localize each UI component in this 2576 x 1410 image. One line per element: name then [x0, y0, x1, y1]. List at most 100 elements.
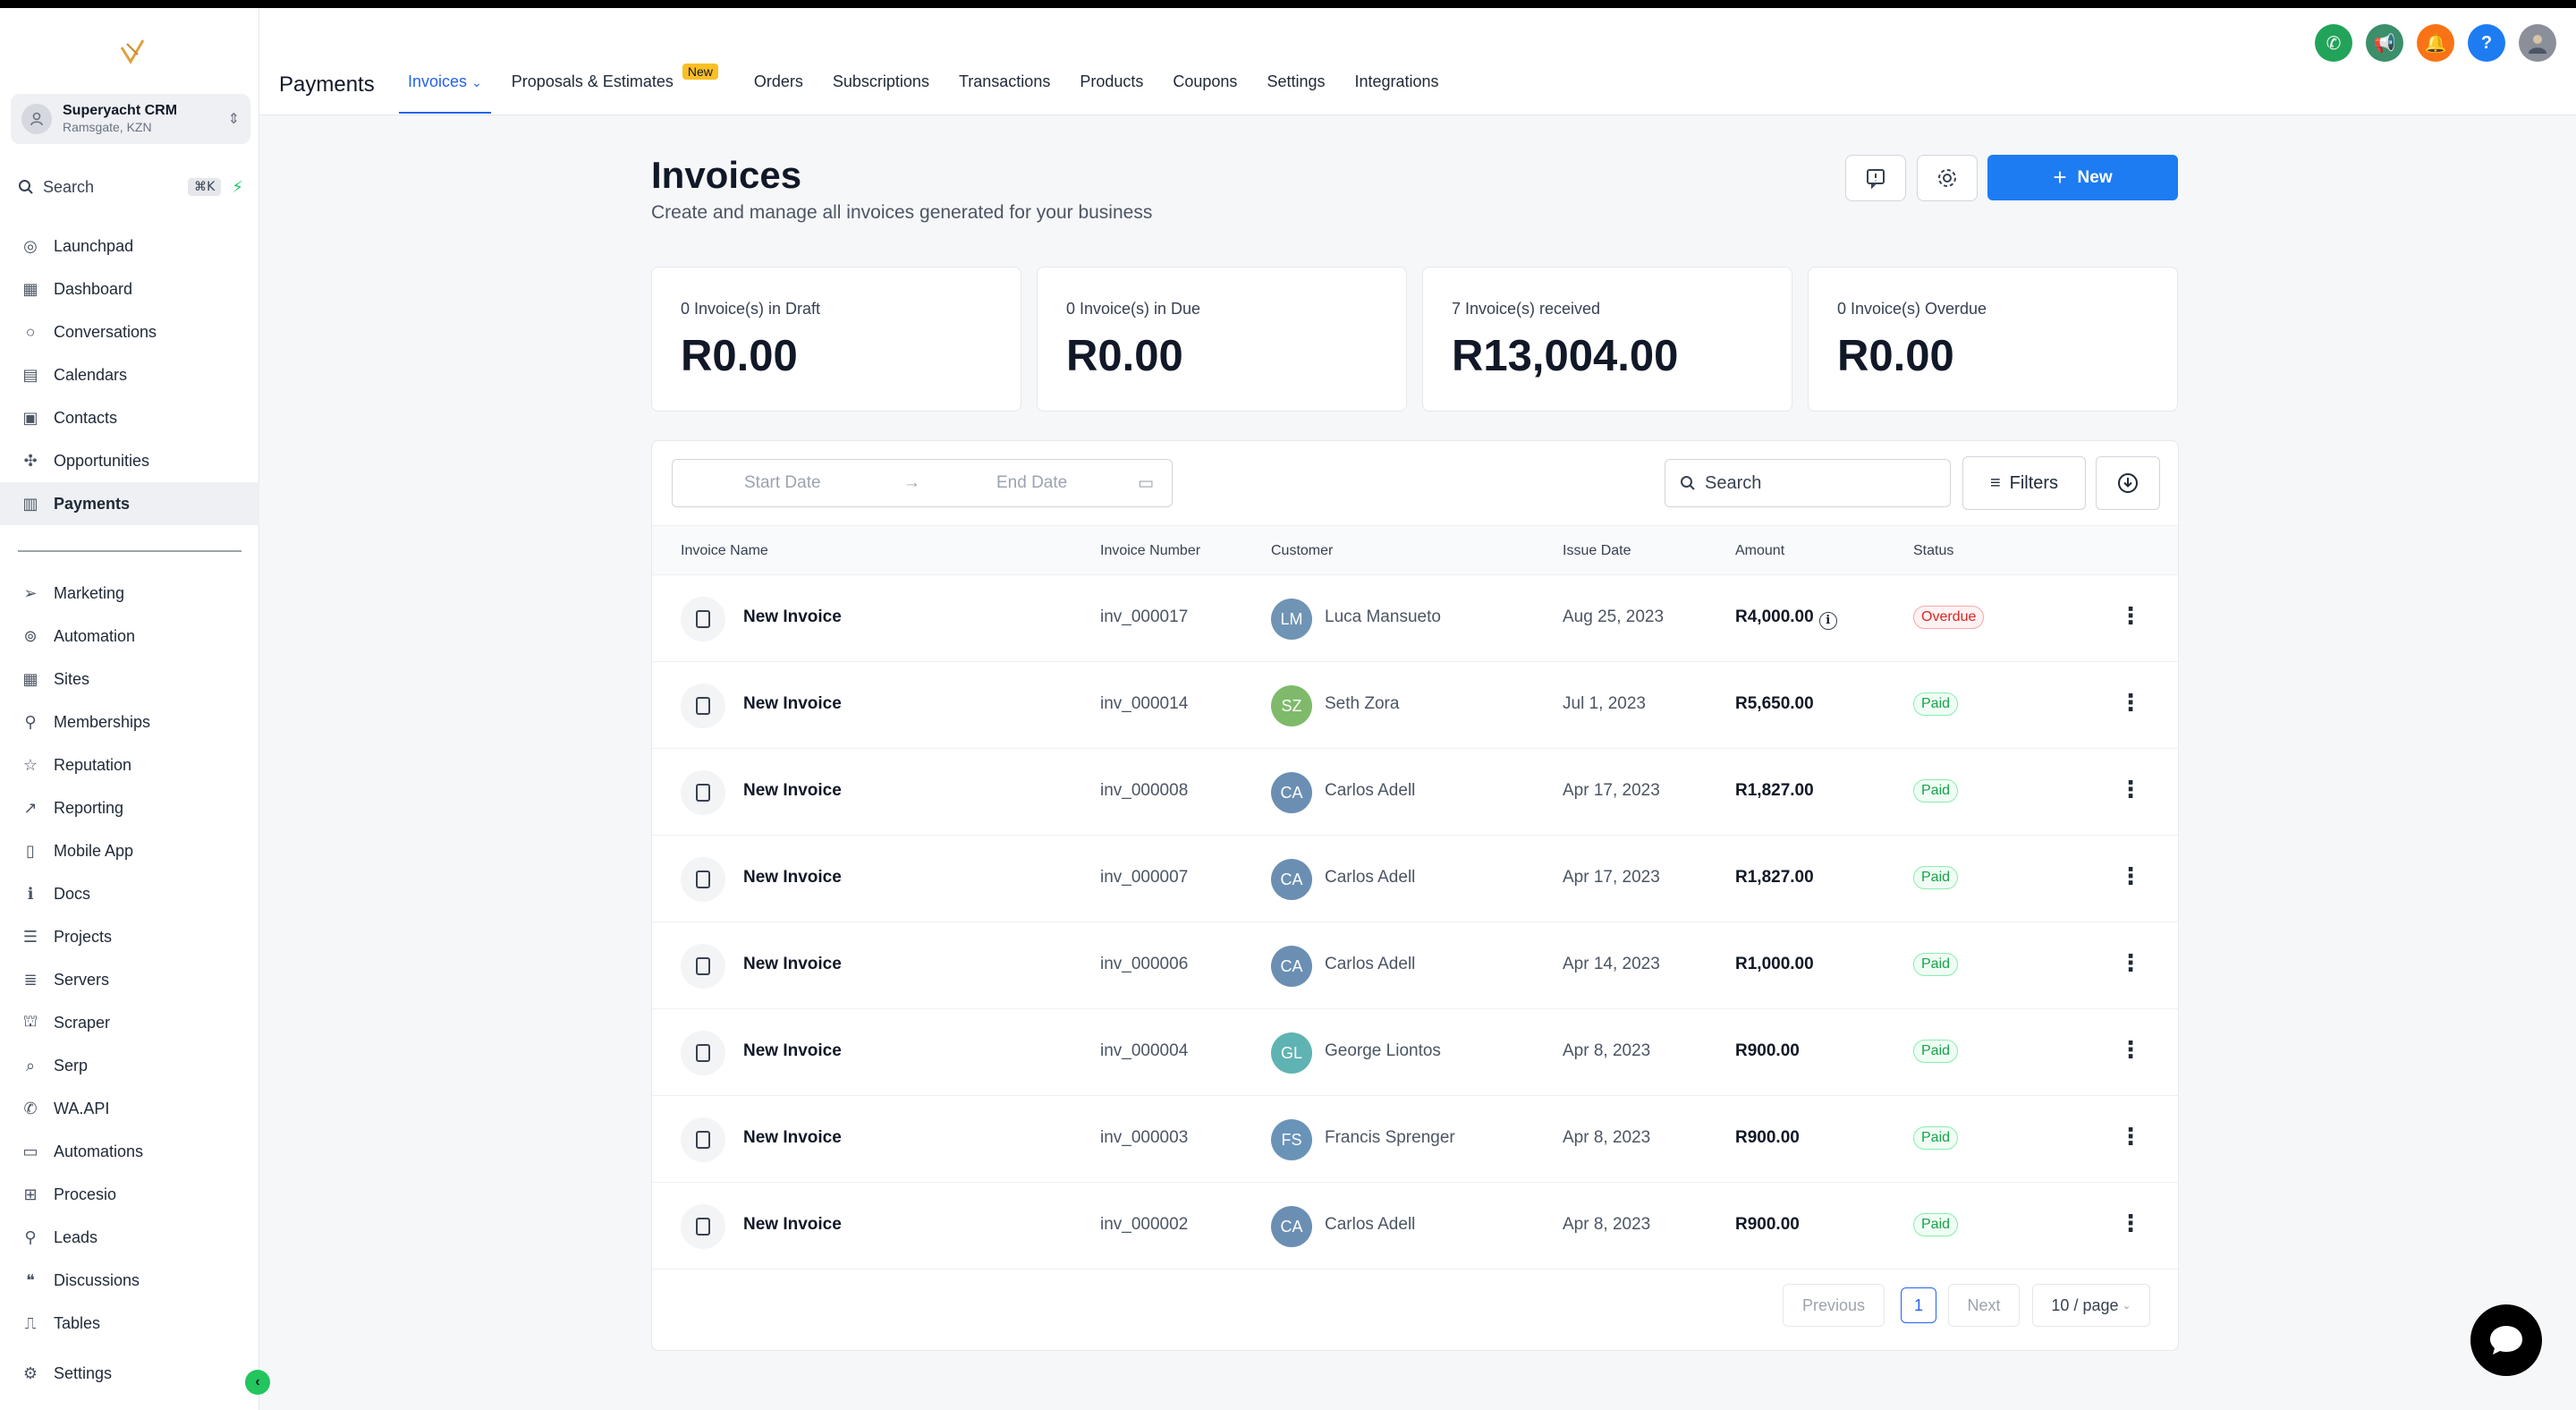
- sidebar-item-mobile-app[interactable]: ▯ Mobile App: [0, 829, 259, 872]
- sidebar-item-opportunities[interactable]: ✣ Opportunities: [0, 439, 259, 482]
- column-header[interactable]: Issue Date: [1563, 543, 1631, 559]
- date-range-picker[interactable]: Start Date → End Date ▭: [672, 459, 1173, 507]
- tab-transactions[interactable]: Transactions: [959, 72, 1050, 114]
- more-vertical-icon[interactable]: ⋮: [2119, 602, 2142, 630]
- invoice-icon: [681, 684, 725, 728]
- more-vertical-icon[interactable]: ⋮: [2119, 776, 2142, 803]
- more-vertical-icon[interactable]: ⋮: [2119, 1210, 2142, 1237]
- sidebar-item-launchpad[interactable]: ◎ Launchpad: [0, 225, 259, 268]
- more-vertical-icon[interactable]: ⋮: [2119, 689, 2142, 717]
- sidebar-item-memberships[interactable]: ⚲ Memberships: [0, 701, 259, 743]
- collapse-sidebar-button[interactable]: ‹: [245, 1370, 270, 1395]
- settings-button[interactable]: [1917, 155, 1978, 201]
- brand-logo-icon[interactable]: [114, 35, 150, 71]
- sidebar-item-docs[interactable]: ℹ Docs: [0, 872, 259, 915]
- sidebar-item-scraper[interactable]: ⛫ Scraper: [0, 1001, 259, 1044]
- sidebar-item-leads[interactable]: ⚲ Leads: [0, 1216, 259, 1259]
- column-header[interactable]: Amount: [1735, 543, 1784, 559]
- avatar[interactable]: [2519, 24, 2556, 62]
- sidebar-item-sites[interactable]: ▦ Sites: [0, 658, 259, 701]
- sidebar-item-marketing[interactable]: ➢ Marketing: [0, 572, 259, 615]
- lightning-icon[interactable]: ⚡: [232, 178, 243, 197]
- tab-subscriptions[interactable]: Subscriptions: [833, 72, 929, 114]
- start-date-input[interactable]: Start Date: [744, 473, 821, 493]
- column-header[interactable]: Invoice Number: [1100, 543, 1200, 559]
- invoice-name[interactable]: New Invoice: [743, 868, 842, 888]
- sidebar-nav-primary: ◎ Launchpad ▦ Dashboard ○ Conversations ▤ Ca…: [0, 225, 259, 525]
- sidebar-item-contacts[interactable]: ▣ Contacts: [0, 396, 259, 439]
- sidebar-item-servers[interactable]: ≣ Servers: [0, 958, 259, 1001]
- feedback-button[interactable]: [1845, 155, 1906, 201]
- sidebar-item-tables[interactable]: ⎍ Tables: [0, 1302, 259, 1345]
- invoice-name[interactable]: New Invoice: [743, 781, 842, 801]
- table-row[interactable]: New Invoice inv_000017 LM Luca Mansueto …: [652, 575, 2178, 662]
- invoice-name[interactable]: New Invoice: [743, 1041, 842, 1061]
- table-row[interactable]: New Invoice inv_000004 GL George Liontos…: [652, 1009, 2178, 1096]
- tab-proposals-estimates[interactable]: Proposals & Estimates New: [512, 64, 718, 114]
- table-row[interactable]: New Invoice inv_000014 SZ Seth Zora Jul …: [652, 662, 2178, 749]
- more-vertical-icon[interactable]: ⋮: [2119, 949, 2142, 977]
- sidebar-item-dashboard[interactable]: ▦ Dashboard: [0, 268, 259, 310]
- previous-page-button[interactable]: Previous: [1783, 1284, 1885, 1327]
- sidebar-item-settings[interactable]: ⚙ Settings: [0, 1352, 259, 1395]
- top-navigation: Payments Invoices ⌄ Proposals & Estimate…: [259, 8, 2576, 115]
- sidebar-search[interactable]: Search ⌘K ⚡: [11, 169, 250, 205]
- next-page-button[interactable]: Next: [1948, 1284, 2020, 1327]
- more-vertical-icon[interactable]: ⋮: [2119, 862, 2142, 890]
- page-subtitle: Create and manage all invoices generated…: [651, 202, 1153, 223]
- table-row[interactable]: New Invoice inv_000007 CA Carlos Adell A…: [652, 836, 2178, 922]
- page-1-button[interactable]: 1: [1901, 1287, 1936, 1323]
- sidebar-item-discussions[interactable]: ❝ Discussions: [0, 1259, 259, 1302]
- filters-button[interactable]: ≡ Filters: [1962, 456, 2086, 510]
- invoice-name[interactable]: New Invoice: [743, 1128, 842, 1148]
- megaphone-icon[interactable]: 📢: [2366, 24, 2403, 62]
- table-search-input[interactable]: Search: [1665, 459, 1951, 507]
- end-date-input[interactable]: End Date: [996, 473, 1067, 493]
- sidebar-item-payments[interactable]: ▥ Payments: [0, 482, 259, 525]
- column-header[interactable]: Invoice Name: [681, 543, 768, 559]
- sidebar-item-serp[interactable]: ⌕ Serp: [0, 1044, 259, 1087]
- account-switcher[interactable]: Superyacht CRM Ramsgate, KZN ⇕: [11, 94, 250, 144]
- tab-integrations[interactable]: Integrations: [1354, 72, 1438, 114]
- download-button[interactable]: [2096, 456, 2160, 510]
- invoice-icon: [681, 1204, 725, 1249]
- invoice-name[interactable]: New Invoice: [743, 955, 842, 974]
- tab-products[interactable]: Products: [1080, 72, 1143, 114]
- sidebar-item-conversations[interactable]: ○ Conversations: [0, 310, 259, 353]
- tab-label: Settings: [1267, 72, 1326, 90]
- sidebar-item-automation[interactable]: ⊚ Automation: [0, 615, 259, 658]
- tab-coupons[interactable]: Coupons: [1173, 72, 1237, 114]
- invoice-name[interactable]: New Invoice: [743, 694, 842, 714]
- tab-orders[interactable]: Orders: [754, 72, 803, 114]
- bell-icon[interactable]: 🔔: [2417, 24, 2454, 62]
- tab-invoices[interactable]: Invoices ⌄: [399, 72, 491, 114]
- invoice-name[interactable]: New Invoice: [743, 607, 842, 627]
- sidebar-item-reporting[interactable]: ↗ Reporting: [0, 786, 259, 829]
- table-row[interactable]: New Invoice inv_000002 CA Carlos Adell A…: [652, 1183, 2178, 1270]
- sidebar-item-calendars[interactable]: ▤ Calendars: [0, 353, 259, 396]
- table-row[interactable]: New Invoice inv_000008 CA Carlos Adell A…: [652, 749, 2178, 836]
- invoice-number: inv_000014: [1100, 694, 1189, 713]
- invoice-icon: [681, 770, 725, 815]
- more-vertical-icon[interactable]: ⋮: [2119, 1123, 2142, 1151]
- stat-card-overdue: 0 Invoice(s) Overdue R0.00: [1808, 267, 2178, 412]
- table-row[interactable]: New Invoice inv_000003 FS Francis Spreng…: [652, 1096, 2178, 1183]
- column-header[interactable]: Status: [1913, 543, 1953, 559]
- sidebar-item-reputation[interactable]: ☆ Reputation: [0, 743, 259, 786]
- invoice-name[interactable]: New Invoice: [743, 1215, 842, 1235]
- page-size-select[interactable]: 10 / page ⌄: [2032, 1284, 2150, 1327]
- sidebar-item-procesio[interactable]: ⊞ Procesio: [0, 1173, 259, 1216]
- sidebar-item-projects[interactable]: ☰ Projects: [0, 915, 259, 958]
- sidebar-item-label: Contacts: [54, 408, 118, 427]
- sidebar-item-wa-api[interactable]: ✆ WA.API: [0, 1087, 259, 1130]
- new-invoice-button[interactable]: + New: [1987, 155, 2178, 200]
- table-row[interactable]: New Invoice inv_000006 CA Carlos Adell A…: [652, 922, 2178, 1009]
- tab-settings[interactable]: Settings: [1267, 72, 1325, 114]
- chat-widget-button[interactable]: [2470, 1304, 2542, 1376]
- help-icon[interactable]: ?: [2468, 24, 2505, 62]
- phone-icon[interactable]: ✆: [2315, 24, 2352, 62]
- sidebar-item-automations[interactable]: ▭ Automations: [0, 1130, 259, 1173]
- more-vertical-icon[interactable]: ⋮: [2119, 1036, 2142, 1064]
- column-header[interactable]: Customer: [1271, 543, 1333, 559]
- info-icon[interactable]: i: [1818, 612, 1837, 630]
